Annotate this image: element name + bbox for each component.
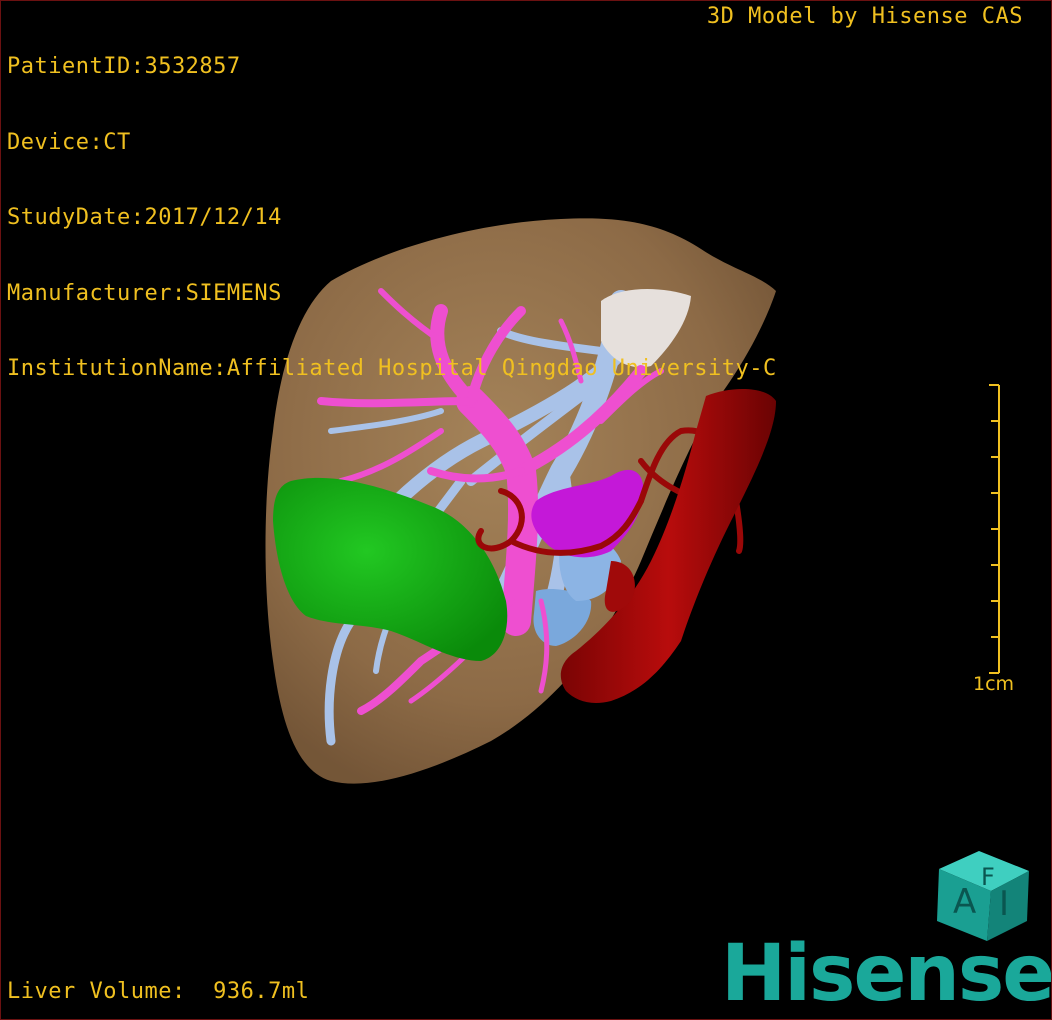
manufacturer: Manufacturer:SIEMENS xyxy=(7,280,282,306)
hisense-logo: Hisense xyxy=(721,929,1052,1019)
model-credit: 3D Model by Hisense CAS xyxy=(706,4,1023,29)
cube-letter-i: I xyxy=(999,884,1009,924)
cube-letter-f: F xyxy=(981,863,995,891)
scale-label: 1cm xyxy=(973,673,1015,695)
study-date: StudyDate:2017/12/14 xyxy=(7,205,282,230)
scale-bar xyxy=(989,384,1000,674)
liver-volume: Liver Volume: 936.7ml xyxy=(7,979,310,1004)
device: Device:CT xyxy=(7,129,131,155)
institution-name: InstitutionName:Affiliated Hospital Qing… xyxy=(7,356,777,381)
3d-viewport[interactable]: PatientID:3532857 Device:CT StudyDate:20… xyxy=(0,0,1052,1020)
cube-letter-a: A xyxy=(953,882,976,922)
patient-id: PatientID:3532857 xyxy=(7,54,241,79)
dicom-info: PatientID:3532857 Device:CT StudyDate:20… xyxy=(7,4,777,432)
